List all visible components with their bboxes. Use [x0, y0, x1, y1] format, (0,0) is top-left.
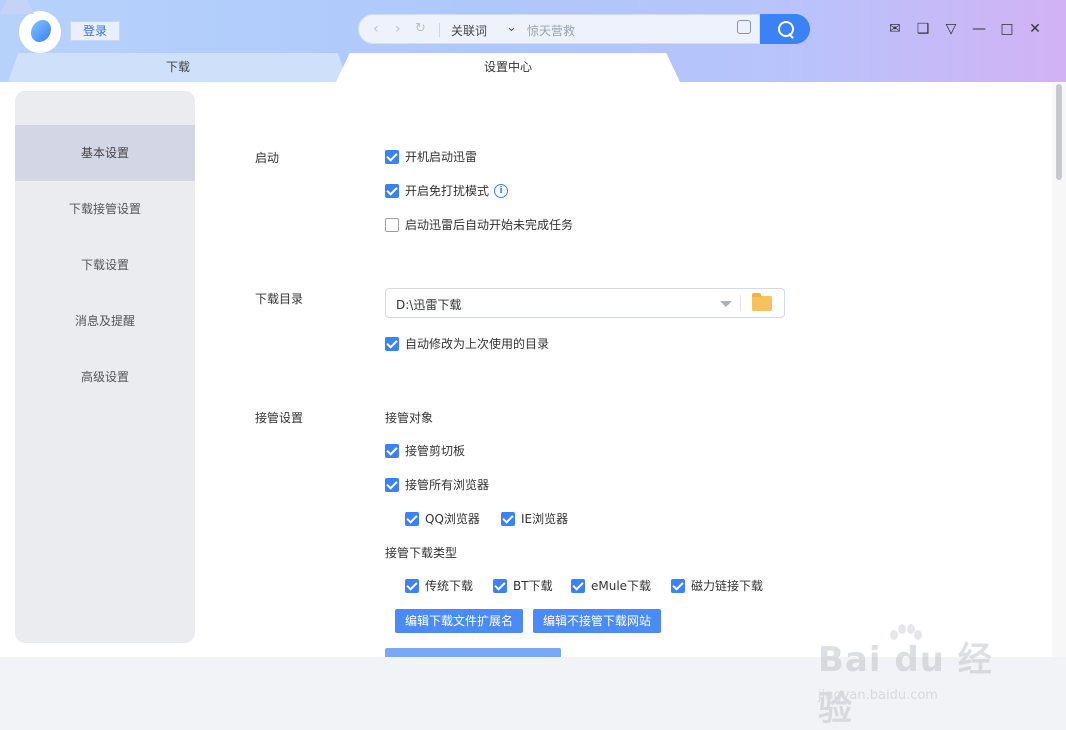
sidebar-item-takeover[interactable]: 下载接管设置: [15, 181, 195, 237]
autostart-checkbox[interactable]: [385, 149, 399, 164]
option-all-browsers[interactable]: 接管所有浏览器: [385, 476, 489, 493]
option-qq-browser[interactable]: QQ浏览器: [405, 510, 480, 527]
scrollbar[interactable]: [1052, 82, 1066, 657]
maximize-icon[interactable]: □: [998, 20, 1016, 38]
auto-resume-label: 启动迅雷后自动开始未完成任务: [405, 218, 574, 232]
section-startup-label: 启动: [255, 151, 280, 165]
download-dir-value: D:\迅雷下载: [396, 298, 462, 312]
refresh-icon[interactable]: ↻: [415, 21, 426, 36]
auto-update-dir-checkbox[interactable]: [385, 336, 399, 351]
tab-settings[interactable]: 设置中心: [336, 53, 680, 82]
qq-browser-checkbox[interactable]: [405, 511, 419, 526]
tab-download[interactable]: 下载: [8, 53, 348, 82]
watermark-sub: jingyan.baidu.com: [818, 688, 938, 703]
bookmark-icon[interactable]: [737, 20, 751, 34]
chevron-down-icon[interactable]: ⌄: [506, 20, 517, 35]
info-icon[interactable]: i: [494, 183, 509, 198]
edit-excluded-sites-button[interactable]: 编辑不接管下载网站: [533, 609, 661, 633]
option-type-emule[interactable]: eMule下载: [571, 577, 651, 594]
sidebar-item-notify[interactable]: 消息及提醒: [15, 293, 195, 349]
type-magnet-label: 磁力链接下载: [691, 579, 764, 593]
search-icon-handle: [788, 33, 794, 39]
type-traditional-label: 传统下载: [425, 579, 474, 593]
auto-resume-checkbox[interactable]: [385, 217, 399, 232]
search-divider: [439, 23, 440, 37]
all-browsers-checkbox[interactable]: [385, 477, 399, 492]
search-input[interactable]: 惊天营救: [527, 22, 575, 39]
search-bar[interactable]: ‹ › ↻ 关联词 ⌄ 惊天营救: [358, 14, 760, 44]
partial-button[interactable]: [385, 648, 561, 657]
sidebar-item-advanced[interactable]: 高级设置: [15, 349, 195, 405]
type-emule-checkbox[interactable]: [571, 578, 585, 593]
download-dir-select[interactable]: D:\迅雷下载: [385, 288, 785, 318]
auto-update-dir-label: 自动修改为上次使用的目录: [405, 337, 550, 351]
folder-icon[interactable]: [752, 293, 772, 311]
dnd-checkbox[interactable]: [385, 183, 399, 198]
option-type-traditional[interactable]: 传统下载: [405, 577, 473, 594]
type-bt-label: BT下载: [513, 579, 553, 593]
login-button[interactable]: 登录: [70, 21, 120, 41]
chevron-left-icon[interactable]: ‹: [373, 21, 379, 37]
settings-sidebar: 基本设置 下载接管设置 下载设置 消息及提醒 高级设置: [15, 91, 195, 643]
chevron-down-icon[interactable]: [720, 301, 732, 307]
takeover-target-label: 接管对象: [385, 411, 434, 425]
dir-divider: [740, 295, 741, 311]
option-ie-browser[interactable]: IE浏览器: [501, 510, 568, 527]
section-takeover-label: 接管设置: [255, 411, 304, 425]
scroll-thumb[interactable]: [1056, 84, 1062, 180]
type-bt-checkbox[interactable]: [493, 578, 507, 593]
type-traditional-checkbox[interactable]: [405, 578, 419, 593]
search-button[interactable]: [760, 14, 810, 44]
clipboard-checkbox[interactable]: [385, 443, 399, 458]
minimize-icon[interactable]: —: [970, 20, 988, 38]
close-icon[interactable]: ✕: [1026, 20, 1044, 38]
section-download-dir-label: 下载目录: [255, 292, 304, 306]
app-logo-icon: [19, 11, 61, 53]
search-mode-label[interactable]: 关联词: [451, 22, 487, 39]
watermark: Bai du 经验 jingyan.baidu.com: [816, 622, 1016, 729]
option-auto-resume[interactable]: 启动迅雷后自动开始未完成任务: [385, 216, 573, 233]
all-browsers-label: 接管所有浏览器: [405, 478, 490, 492]
takeover-types-label: 接管下载类型: [385, 546, 458, 560]
option-type-bt[interactable]: BT下载: [493, 577, 553, 594]
autostart-label: 开机启动迅雷: [405, 150, 478, 164]
option-autostart[interactable]: 开机启动迅雷: [385, 148, 477, 165]
new-tab-button[interactable]: [0, 0, 34, 14]
type-emule-label: eMule下载: [591, 579, 652, 593]
menu-icon[interactable]: ▽: [942, 20, 960, 38]
chevron-right-icon[interactable]: ›: [395, 21, 401, 37]
clipboard-label: 接管剪切板: [405, 444, 466, 458]
type-magnet-checkbox[interactable]: [671, 578, 685, 593]
ie-browser-label: IE浏览器: [521, 512, 569, 526]
skin-icon[interactable]: ❑: [914, 20, 932, 38]
option-dnd[interactable]: 开启免打扰模式 i: [385, 182, 509, 199]
option-clipboard[interactable]: 接管剪切板: [385, 442, 465, 459]
qq-browser-label: QQ浏览器: [425, 512, 480, 526]
settings-content: 基本设置 下载接管设置 下载设置 消息及提醒 高级设置 启动 开机启动迅雷 开启…: [0, 82, 1066, 729]
option-type-magnet[interactable]: 磁力链接下载: [671, 577, 763, 594]
ie-browser-checkbox[interactable]: [501, 511, 515, 526]
option-auto-update-dir[interactable]: 自动修改为上次使用的目录: [385, 335, 549, 352]
watermark-main: Bai du 经验: [818, 640, 993, 729]
dnd-label: 开启免打扰模式: [405, 184, 490, 198]
sidebar-item-download[interactable]: 下载设置: [15, 237, 195, 293]
edit-extensions-button[interactable]: 编辑下载文件扩展名: [395, 609, 523, 633]
sidebar-item-basic[interactable]: 基本设置: [15, 125, 195, 181]
mail-icon[interactable]: ✉: [886, 20, 904, 38]
title-bar: 登录 ‹ › ↻ 关联词 ⌄ 惊天营救 ✉ ❑ ▽ — □ ✕ 下载 设置中心: [0, 0, 1066, 82]
